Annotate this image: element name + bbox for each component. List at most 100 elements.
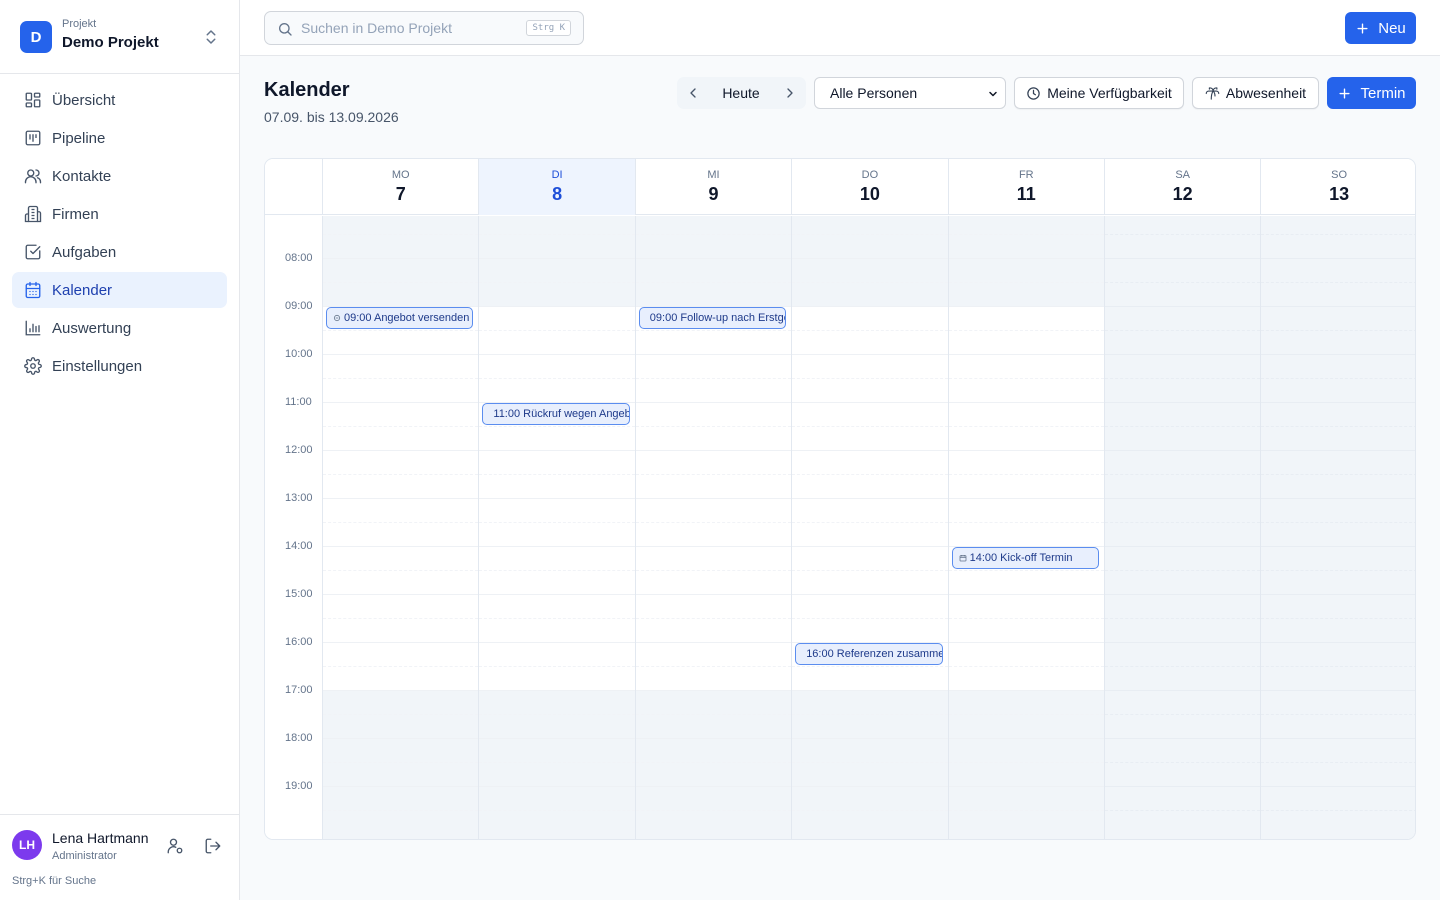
time-label: 16:00 [285, 636, 313, 648]
nav-item-aufgaben[interactable]: Aufgaben [12, 234, 227, 270]
project-switcher[interactable]: D Projekt Demo Projekt [0, 0, 239, 74]
half-hour-line [792, 714, 948, 715]
half-hour-line [1105, 522, 1261, 523]
nav-item-uebersicht[interactable]: Übersicht [12, 82, 227, 118]
half-hour-line [479, 474, 635, 475]
day-column[interactable] [1260, 216, 1415, 839]
hour-line [948, 498, 1104, 499]
time-label: 13:00 [285, 492, 313, 504]
day-header[interactable]: MI 9 [634, 159, 791, 215]
nav-item-kalender[interactable]: Kalender [12, 272, 227, 308]
half-hour-line [635, 714, 792, 715]
nav-item-label: Auswertung [52, 319, 132, 337]
chevron-left-icon[interactable] [685, 85, 701, 101]
day-header[interactable]: DI 8 [478, 159, 635, 215]
project-name: Demo Projekt [62, 34, 159, 51]
pipeline-icon [25, 130, 41, 146]
nav-item-auswertung[interactable]: Auswertung [12, 310, 227, 346]
new-button[interactable]: Neu [1345, 12, 1416, 44]
grid-icon [25, 92, 41, 108]
half-hour-line [1105, 234, 1261, 235]
availability-button[interactable]: Meine Verfügbarkeit [1014, 77, 1184, 109]
half-hour-line [1261, 426, 1415, 427]
half-hour-line [1105, 378, 1261, 379]
half-hour-line [479, 282, 635, 283]
half-hour-line [792, 330, 948, 331]
half-hour-line [479, 618, 635, 619]
hour-line [323, 498, 479, 499]
half-hour-line [1261, 330, 1415, 331]
calendar-icon [25, 281, 41, 299]
hour-line [1105, 402, 1261, 403]
hour-line [479, 738, 635, 739]
day-header[interactable]: SA 12 [1104, 159, 1260, 215]
half-hour-line [792, 474, 948, 475]
checkbox-icon [25, 244, 41, 260]
nav-item-einstellungen[interactable]: Einstellungen [12, 348, 227, 384]
chevron-right-icon[interactable] [782, 85, 798, 101]
half-hour-line [792, 618, 948, 619]
absence-button[interactable]: Abwesenheit [1192, 77, 1319, 109]
nav-item-firmen[interactable]: Firmen [12, 196, 227, 232]
day-column[interactable] [478, 216, 635, 839]
nav-item-pipeline[interactable]: Pipeline [12, 120, 227, 156]
half-hour-line [323, 762, 479, 763]
hour-line [948, 450, 1104, 451]
hour-line [635, 786, 792, 787]
clock-icon [1027, 86, 1040, 100]
half-hour-line [792, 426, 948, 427]
user-settings-icon[interactable] [166, 837, 184, 855]
event-title: 09:00 Follow-up nach Erstgespräch [649, 312, 785, 324]
calendar-event[interactable]: 14:00 Kick-off Termin [951, 547, 1099, 569]
absence-label: Abwesenheit [1225, 85, 1307, 101]
day-column[interactable] [947, 216, 1104, 839]
search-box[interactable]: Strg K [264, 11, 584, 45]
calendar-event[interactable]: 11:00 Rückruf wegen Angebot [482, 403, 630, 425]
half-hour-line [323, 426, 479, 427]
half-hour-line [948, 474, 1104, 475]
half-hour-line [792, 570, 948, 571]
user-panel: LH Lena Hartmann Administrator Strg+K fü… [0, 814, 239, 900]
half-hour-line [948, 234, 1104, 235]
calendar-event[interactable]: 09:00 Angebot versenden [326, 307, 474, 329]
time-label: 08:00 [285, 252, 313, 264]
add-appointment-button[interactable]: Termin [1327, 77, 1416, 109]
logout-icon[interactable] [204, 837, 222, 855]
day-column[interactable] [1104, 216, 1261, 839]
calendar-header: MO 7 DI 8 MI 9 DO 10 FR 11 SA 12 SO 13 [265, 159, 1415, 215]
day-header[interactable]: MO 7 [322, 159, 478, 215]
nav-item-label: Kontakte [52, 167, 112, 185]
hour-line [948, 738, 1104, 739]
hour-line [1105, 306, 1261, 307]
half-hour-line [792, 762, 948, 763]
hour-line [323, 786, 479, 787]
person-filter-select[interactable]: Alle Personen [814, 77, 1006, 109]
nav-item-label: Übersicht [52, 91, 116, 109]
nav-item-kontakte[interactable]: Kontakte [12, 158, 227, 194]
hour-line [1261, 306, 1415, 307]
calendar-event[interactable]: 09:00 Follow-up nach Erstgespräch [638, 307, 787, 329]
calendar-event[interactable]: 16:00 Referenzen zusammenstellen [795, 643, 943, 665]
day-header[interactable]: SO 13 [1260, 159, 1415, 215]
half-hour-line [479, 762, 635, 763]
day-header[interactable]: FR 11 [947, 159, 1104, 215]
day-header[interactable]: DO 10 [791, 159, 947, 215]
hour-line [1261, 498, 1415, 499]
hour-line [635, 450, 792, 451]
day-column[interactable] [791, 216, 948, 839]
half-hour-line [792, 234, 948, 235]
day-name: MI [707, 169, 720, 181]
search-shortcut: Strg K [526, 20, 571, 36]
time-label: 12:00 [285, 444, 313, 456]
nav-item-label: Firmen [52, 205, 99, 223]
hour-line [1105, 642, 1261, 643]
hour-line [1105, 546, 1261, 547]
sidebar: D Projekt Demo Projekt Übersicht Pipelin… [0, 0, 240, 900]
half-hour-line [948, 570, 1104, 571]
date-range: 07.09. bis 13.09.2026 [264, 109, 399, 125]
hour-line [948, 258, 1104, 259]
today-button[interactable]: Heute [707, 77, 775, 109]
half-hour-line [323, 234, 479, 235]
half-hour-line [1105, 762, 1261, 763]
search-input[interactable] [301, 18, 521, 38]
